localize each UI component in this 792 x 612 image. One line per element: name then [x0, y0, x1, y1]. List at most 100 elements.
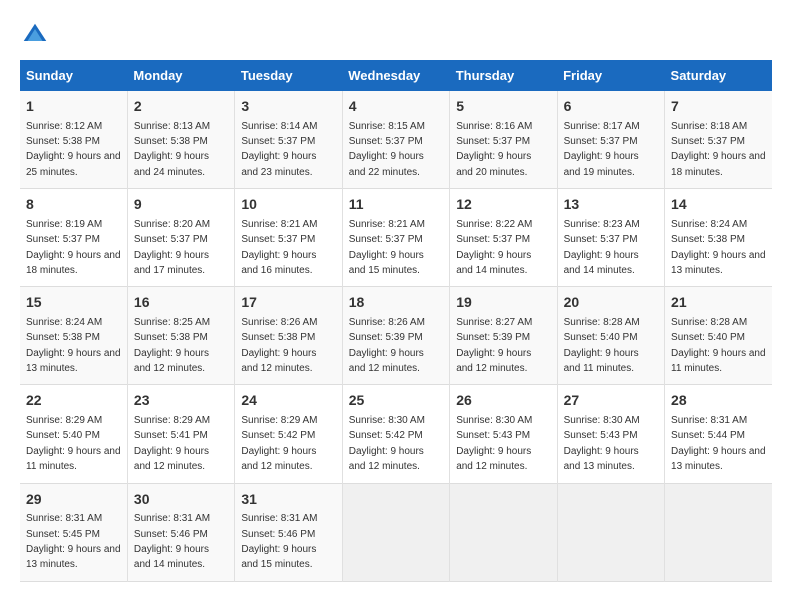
day-number: 18	[349, 293, 443, 313]
day-info: Sunrise: 8:31 AMSunset: 5:46 PMDaylight:…	[241, 513, 317, 570]
day-info: Sunrise: 8:28 AMSunset: 5:40 PMDaylight:…	[564, 317, 640, 374]
calendar-cell	[557, 483, 664, 581]
day-info: Sunrise: 8:21 AMSunset: 5:37 PMDaylight:…	[241, 219, 317, 276]
calendar-cell: 31 Sunrise: 8:31 AMSunset: 5:46 PMDaylig…	[235, 483, 342, 581]
day-number: 19	[456, 293, 550, 313]
day-number: 6	[564, 97, 658, 117]
day-info: Sunrise: 8:25 AMSunset: 5:38 PMDaylight:…	[134, 317, 210, 374]
logo-icon	[20, 20, 50, 50]
calendar-week-4: 22 Sunrise: 8:29 AMSunset: 5:40 PMDaylig…	[20, 385, 772, 483]
day-info: Sunrise: 8:23 AMSunset: 5:37 PMDaylight:…	[564, 219, 640, 276]
calendar-cell: 4 Sunrise: 8:15 AMSunset: 5:37 PMDayligh…	[342, 91, 449, 189]
calendar-week-5: 29 Sunrise: 8:31 AMSunset: 5:45 PMDaylig…	[20, 483, 772, 581]
day-info: Sunrise: 8:21 AMSunset: 5:37 PMDaylight:…	[349, 219, 425, 276]
calendar-cell: 10 Sunrise: 8:21 AMSunset: 5:37 PMDaylig…	[235, 189, 342, 287]
day-info: Sunrise: 8:28 AMSunset: 5:40 PMDaylight:…	[671, 317, 766, 374]
day-info: Sunrise: 8:18 AMSunset: 5:37 PMDaylight:…	[671, 121, 766, 178]
day-info: Sunrise: 8:31 AMSunset: 5:44 PMDaylight:…	[671, 415, 766, 472]
calendar-cell: 22 Sunrise: 8:29 AMSunset: 5:40 PMDaylig…	[20, 385, 127, 483]
calendar-cell	[665, 483, 772, 581]
day-info: Sunrise: 8:13 AMSunset: 5:38 PMDaylight:…	[134, 121, 210, 178]
calendar-cell: 20 Sunrise: 8:28 AMSunset: 5:40 PMDaylig…	[557, 287, 664, 385]
calendar-cell: 3 Sunrise: 8:14 AMSunset: 5:37 PMDayligh…	[235, 91, 342, 189]
day-number: 7	[671, 97, 766, 117]
day-header-saturday: Saturday	[665, 60, 772, 91]
day-number: 17	[241, 293, 335, 313]
day-number: 2	[134, 97, 228, 117]
calendar-cell: 7 Sunrise: 8:18 AMSunset: 5:37 PMDayligh…	[665, 91, 772, 189]
day-info: Sunrise: 8:22 AMSunset: 5:37 PMDaylight:…	[456, 219, 532, 276]
calendar-cell: 28 Sunrise: 8:31 AMSunset: 5:44 PMDaylig…	[665, 385, 772, 483]
calendar-cell: 29 Sunrise: 8:31 AMSunset: 5:45 PMDaylig…	[20, 483, 127, 581]
day-header-friday: Friday	[557, 60, 664, 91]
calendar-cell	[450, 483, 557, 581]
day-info: Sunrise: 8:29 AMSunset: 5:41 PMDaylight:…	[134, 415, 210, 472]
calendar-cell: 25 Sunrise: 8:30 AMSunset: 5:42 PMDaylig…	[342, 385, 449, 483]
day-number: 3	[241, 97, 335, 117]
calendar-cell: 24 Sunrise: 8:29 AMSunset: 5:42 PMDaylig…	[235, 385, 342, 483]
calendar-cell: 23 Sunrise: 8:29 AMSunset: 5:41 PMDaylig…	[127, 385, 234, 483]
day-number: 27	[564, 391, 658, 411]
day-number: 11	[349, 195, 443, 215]
calendar-week-2: 8 Sunrise: 8:19 AMSunset: 5:37 PMDayligh…	[20, 189, 772, 287]
day-header-wednesday: Wednesday	[342, 60, 449, 91]
calendar-cell: 18 Sunrise: 8:26 AMSunset: 5:39 PMDaylig…	[342, 287, 449, 385]
day-number: 24	[241, 391, 335, 411]
day-info: Sunrise: 8:17 AMSunset: 5:37 PMDaylight:…	[564, 121, 640, 178]
page-header	[20, 20, 772, 50]
day-info: Sunrise: 8:26 AMSunset: 5:39 PMDaylight:…	[349, 317, 425, 374]
day-number: 4	[349, 97, 443, 117]
day-number: 5	[456, 97, 550, 117]
calendar-week-1: 1 Sunrise: 8:12 AMSunset: 5:38 PMDayligh…	[20, 91, 772, 189]
day-number: 13	[564, 195, 658, 215]
day-info: Sunrise: 8:14 AMSunset: 5:37 PMDaylight:…	[241, 121, 317, 178]
calendar-cell: 17 Sunrise: 8:26 AMSunset: 5:38 PMDaylig…	[235, 287, 342, 385]
calendar-cell	[342, 483, 449, 581]
day-info: Sunrise: 8:16 AMSunset: 5:37 PMDaylight:…	[456, 121, 532, 178]
day-info: Sunrise: 8:19 AMSunset: 5:37 PMDaylight:…	[26, 219, 121, 276]
day-number: 25	[349, 391, 443, 411]
day-number: 26	[456, 391, 550, 411]
calendar-cell: 12 Sunrise: 8:22 AMSunset: 5:37 PMDaylig…	[450, 189, 557, 287]
calendar-cell: 27 Sunrise: 8:30 AMSunset: 5:43 PMDaylig…	[557, 385, 664, 483]
day-number: 20	[564, 293, 658, 313]
calendar-cell: 9 Sunrise: 8:20 AMSunset: 5:37 PMDayligh…	[127, 189, 234, 287]
calendar-cell: 8 Sunrise: 8:19 AMSunset: 5:37 PMDayligh…	[20, 189, 127, 287]
day-info: Sunrise: 8:30 AMSunset: 5:42 PMDaylight:…	[349, 415, 425, 472]
calendar-cell: 1 Sunrise: 8:12 AMSunset: 5:38 PMDayligh…	[20, 91, 127, 189]
day-number: 31	[241, 490, 335, 510]
day-number: 15	[26, 293, 121, 313]
day-number: 8	[26, 195, 121, 215]
day-info: Sunrise: 8:27 AMSunset: 5:39 PMDaylight:…	[456, 317, 532, 374]
day-info: Sunrise: 8:31 AMSunset: 5:45 PMDaylight:…	[26, 513, 121, 570]
day-info: Sunrise: 8:31 AMSunset: 5:46 PMDaylight:…	[134, 513, 210, 570]
day-info: Sunrise: 8:24 AMSunset: 5:38 PMDaylight:…	[671, 219, 766, 276]
day-number: 14	[671, 195, 766, 215]
day-info: Sunrise: 8:29 AMSunset: 5:42 PMDaylight:…	[241, 415, 317, 472]
calendar-cell: 15 Sunrise: 8:24 AMSunset: 5:38 PMDaylig…	[20, 287, 127, 385]
day-number: 23	[134, 391, 228, 411]
calendar-table: SundayMondayTuesdayWednesdayThursdayFrid…	[20, 60, 772, 582]
day-number: 30	[134, 490, 228, 510]
day-number: 9	[134, 195, 228, 215]
calendar-cell: 30 Sunrise: 8:31 AMSunset: 5:46 PMDaylig…	[127, 483, 234, 581]
day-info: Sunrise: 8:26 AMSunset: 5:38 PMDaylight:…	[241, 317, 317, 374]
calendar-cell: 13 Sunrise: 8:23 AMSunset: 5:37 PMDaylig…	[557, 189, 664, 287]
day-number: 10	[241, 195, 335, 215]
day-number: 28	[671, 391, 766, 411]
calendar-cell: 5 Sunrise: 8:16 AMSunset: 5:37 PMDayligh…	[450, 91, 557, 189]
day-header-monday: Monday	[127, 60, 234, 91]
calendar-cell: 26 Sunrise: 8:30 AMSunset: 5:43 PMDaylig…	[450, 385, 557, 483]
calendar-cell: 16 Sunrise: 8:25 AMSunset: 5:38 PMDaylig…	[127, 287, 234, 385]
calendar-cell: 6 Sunrise: 8:17 AMSunset: 5:37 PMDayligh…	[557, 91, 664, 189]
day-info: Sunrise: 8:15 AMSunset: 5:37 PMDaylight:…	[349, 121, 425, 178]
day-info: Sunrise: 8:20 AMSunset: 5:37 PMDaylight:…	[134, 219, 210, 276]
day-number: 12	[456, 195, 550, 215]
calendar-cell: 2 Sunrise: 8:13 AMSunset: 5:38 PMDayligh…	[127, 91, 234, 189]
day-number: 21	[671, 293, 766, 313]
day-info: Sunrise: 8:12 AMSunset: 5:38 PMDaylight:…	[26, 121, 121, 178]
logo	[20, 20, 54, 50]
calendar-week-3: 15 Sunrise: 8:24 AMSunset: 5:38 PMDaylig…	[20, 287, 772, 385]
day-info: Sunrise: 8:29 AMSunset: 5:40 PMDaylight:…	[26, 415, 121, 472]
day-number: 1	[26, 97, 121, 117]
